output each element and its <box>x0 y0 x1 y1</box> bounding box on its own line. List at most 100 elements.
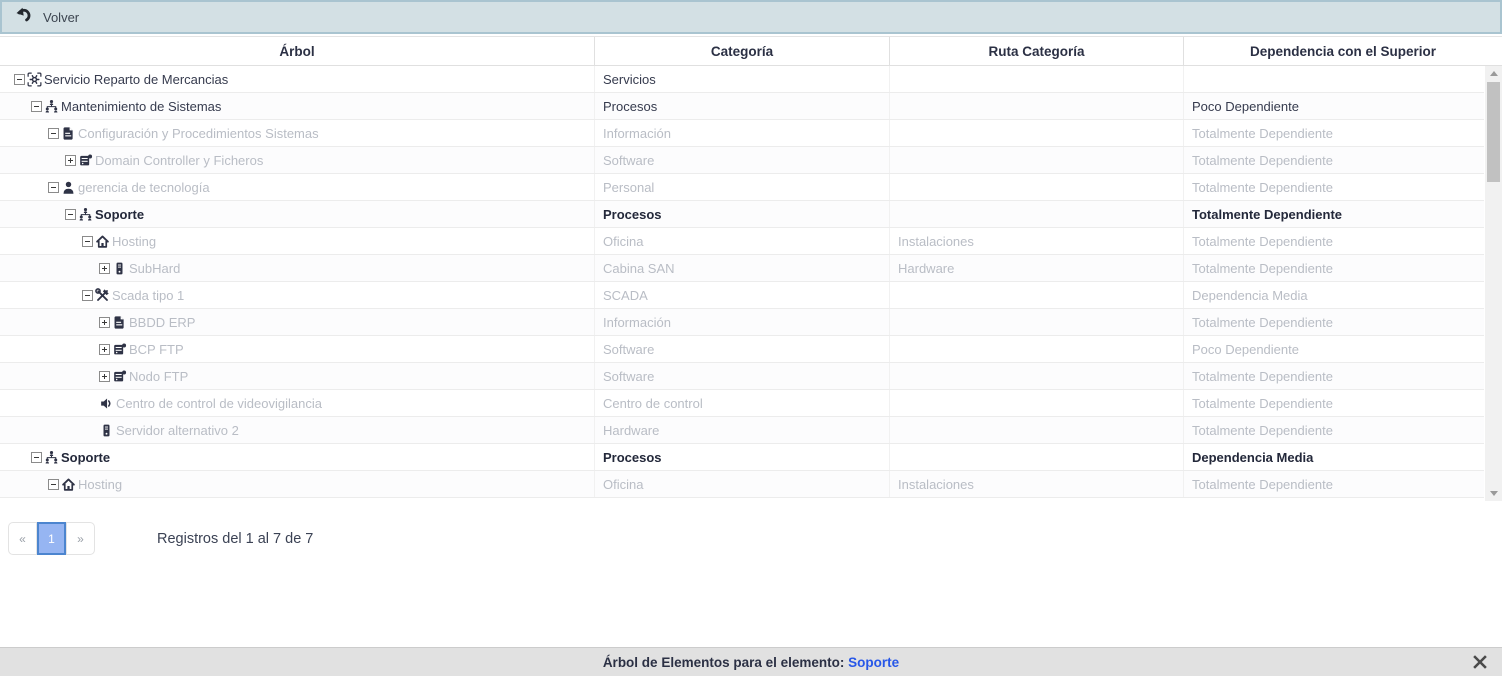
speaker-icon <box>99 396 114 411</box>
vertical-scrollbar[interactable] <box>1485 66 1502 501</box>
ruta-categoria-cell <box>890 282 1184 308</box>
categoria-cell: Servicios <box>595 66 890 92</box>
tree-node-label: Hosting <box>78 477 122 492</box>
categoria-cell: Personal <box>595 174 890 200</box>
server-tower-icon <box>99 423 114 438</box>
dependencia-cell: Totalmente Dependiente <box>1184 120 1484 146</box>
dependencia-cell: Totalmente Dependiente <box>1184 390 1484 416</box>
tree-node-label: Soporte <box>61 450 110 465</box>
categoria-cell: Centro de control <box>595 390 890 416</box>
expand-toggle[interactable] <box>99 263 110 274</box>
categoria-cell: Procesos <box>595 201 890 227</box>
sitemap-icon <box>78 207 93 222</box>
expand-toggle[interactable] <box>99 317 110 328</box>
table-row[interactable]: Domain Controller y Ficheros Software To… <box>0 147 1484 174</box>
categoria-cell: Información <box>595 309 890 335</box>
table-row[interactable]: Soporte Procesos Totalmente Dependiente <box>0 201 1484 228</box>
scrollbar-thumb[interactable] <box>1487 82 1500 182</box>
table-row[interactable]: Servidor alternativo 2 Hardware Totalmen… <box>0 417 1484 444</box>
collapse-toggle[interactable] <box>82 236 93 247</box>
tree-node-label: BCP FTP <box>129 342 184 357</box>
ruta-categoria-cell <box>890 390 1184 416</box>
column-header-dependencia: Dependencia con el Superior <box>1184 37 1502 65</box>
table-row[interactable]: BCP FTP Software Poco Dependiente <box>0 336 1484 363</box>
expand-toggle[interactable] <box>65 155 76 166</box>
sitemap-icon <box>44 450 59 465</box>
ruta-categoria-cell <box>890 363 1184 389</box>
tree-node-label: SubHard <box>129 261 180 276</box>
table-row[interactable]: SubHard Cabina SAN Hardware Totalmente D… <box>0 255 1484 282</box>
categoria-cell: Procesos <box>595 93 890 119</box>
service-gear-icon <box>27 72 42 87</box>
close-x-icon[interactable] <box>1470 652 1490 672</box>
tree-node-label: Servicio Reparto de Mercancias <box>44 72 228 87</box>
table-row[interactable]: Centro de control de videovigilancia Cen… <box>0 390 1484 417</box>
table-row[interactable]: Scada tipo 1 SCADA Dependencia Media <box>0 282 1484 309</box>
categoria-cell: Cabina SAN <box>595 255 890 281</box>
records-summary: Registros del 1 al 7 de 7 <box>157 531 313 547</box>
server-badge-icon <box>112 342 127 357</box>
ruta-categoria-cell <box>890 66 1184 92</box>
categoria-cell: Procesos <box>595 444 890 470</box>
table-row[interactable]: Hosting Oficina Instalaciones Totalmente… <box>0 471 1484 498</box>
tree-node-label: Mantenimiento de Sistemas <box>61 99 221 114</box>
server-tower-icon <box>112 261 127 276</box>
pagination-next-button[interactable]: » <box>66 522 95 555</box>
dependencia-cell: Totalmente Dependiente <box>1184 309 1484 335</box>
back-button[interactable]: Volver <box>14 6 79 29</box>
dependencia-cell: Totalmente Dependiente <box>1184 417 1484 443</box>
expand-toggle[interactable] <box>99 344 110 355</box>
server-badge-icon <box>78 153 93 168</box>
table-body: Servicio Reparto de Mercancias Servicios… <box>0 66 1502 501</box>
pagination-page-1-button[interactable]: 1 <box>37 522 66 555</box>
table-row[interactable]: Soporte Procesos Dependencia Media <box>0 444 1484 471</box>
table-row[interactable]: Mantenimiento de Sistemas Procesos Poco … <box>0 93 1484 120</box>
categoria-cell: Oficina <box>595 228 890 254</box>
home-icon <box>95 234 110 249</box>
expand-toggle[interactable] <box>99 371 110 382</box>
document-icon <box>112 315 127 330</box>
tree-node-label: Soporte <box>95 207 144 222</box>
collapse-toggle[interactable] <box>48 479 59 490</box>
table-row[interactable]: Nodo FTP Software Totalmente Dependiente <box>0 363 1484 390</box>
collapse-toggle[interactable] <box>65 209 76 220</box>
collapse-toggle[interactable] <box>14 74 25 85</box>
collapse-toggle[interactable] <box>31 101 42 112</box>
table-row[interactable]: Configuración y Procedimientos Sistemas … <box>0 120 1484 147</box>
server-badge-icon <box>112 369 127 384</box>
table-row[interactable]: Hosting Oficina Instalaciones Totalmente… <box>0 228 1484 255</box>
table-row[interactable]: gerencia de tecnología Personal Totalmen… <box>0 174 1484 201</box>
ruta-categoria-cell <box>890 120 1184 146</box>
dependencia-cell: Poco Dependiente <box>1184 93 1484 119</box>
tree-node-label: Domain Controller y Ficheros <box>95 153 263 168</box>
table-row[interactable]: BBDD ERP Información Totalmente Dependie… <box>0 309 1484 336</box>
categoria-cell: Software <box>595 336 890 362</box>
dependencia-cell: Totalmente Dependiente <box>1184 201 1484 227</box>
undo-arrow-icon <box>14 6 32 29</box>
collapse-toggle[interactable] <box>48 128 59 139</box>
categoria-cell: Oficina <box>595 471 890 497</box>
tools-icon <box>95 288 110 303</box>
table-header: Árbol Categoría Ruta Categoría Dependenc… <box>0 36 1502 66</box>
dependencia-cell: Totalmente Dependiente <box>1184 174 1484 200</box>
dependencia-cell: Totalmente Dependiente <box>1184 255 1484 281</box>
column-header-categoria: Categoría <box>595 37 890 65</box>
ruta-categoria-cell <box>890 147 1184 173</box>
tree-node-label: gerencia de tecnología <box>78 180 210 195</box>
table-row[interactable]: Servicio Reparto de Mercancias Servicios <box>0 66 1484 93</box>
dependencia-cell: Totalmente Dependiente <box>1184 363 1484 389</box>
collapse-toggle[interactable] <box>48 182 59 193</box>
scroll-up-arrow-icon[interactable] <box>1485 66 1502 81</box>
categoria-cell: Software <box>595 363 890 389</box>
dependencia-cell: Totalmente Dependiente <box>1184 471 1484 497</box>
ruta-categoria-cell <box>890 309 1184 335</box>
pagination-prev-button[interactable]: « <box>8 522 37 555</box>
footer-element-link[interactable]: Soporte <box>848 655 899 670</box>
categoria-cell: SCADA <box>595 282 890 308</box>
pagination: « 1 » Registros del 1 al 7 de 7 <box>8 522 1502 555</box>
scroll-down-arrow-icon[interactable] <box>1485 486 1502 501</box>
column-header-arbol: Árbol <box>0 37 595 65</box>
collapse-toggle[interactable] <box>82 290 93 301</box>
tree-node-label: Centro de control de videovigilancia <box>116 396 322 411</box>
collapse-toggle[interactable] <box>31 452 42 463</box>
